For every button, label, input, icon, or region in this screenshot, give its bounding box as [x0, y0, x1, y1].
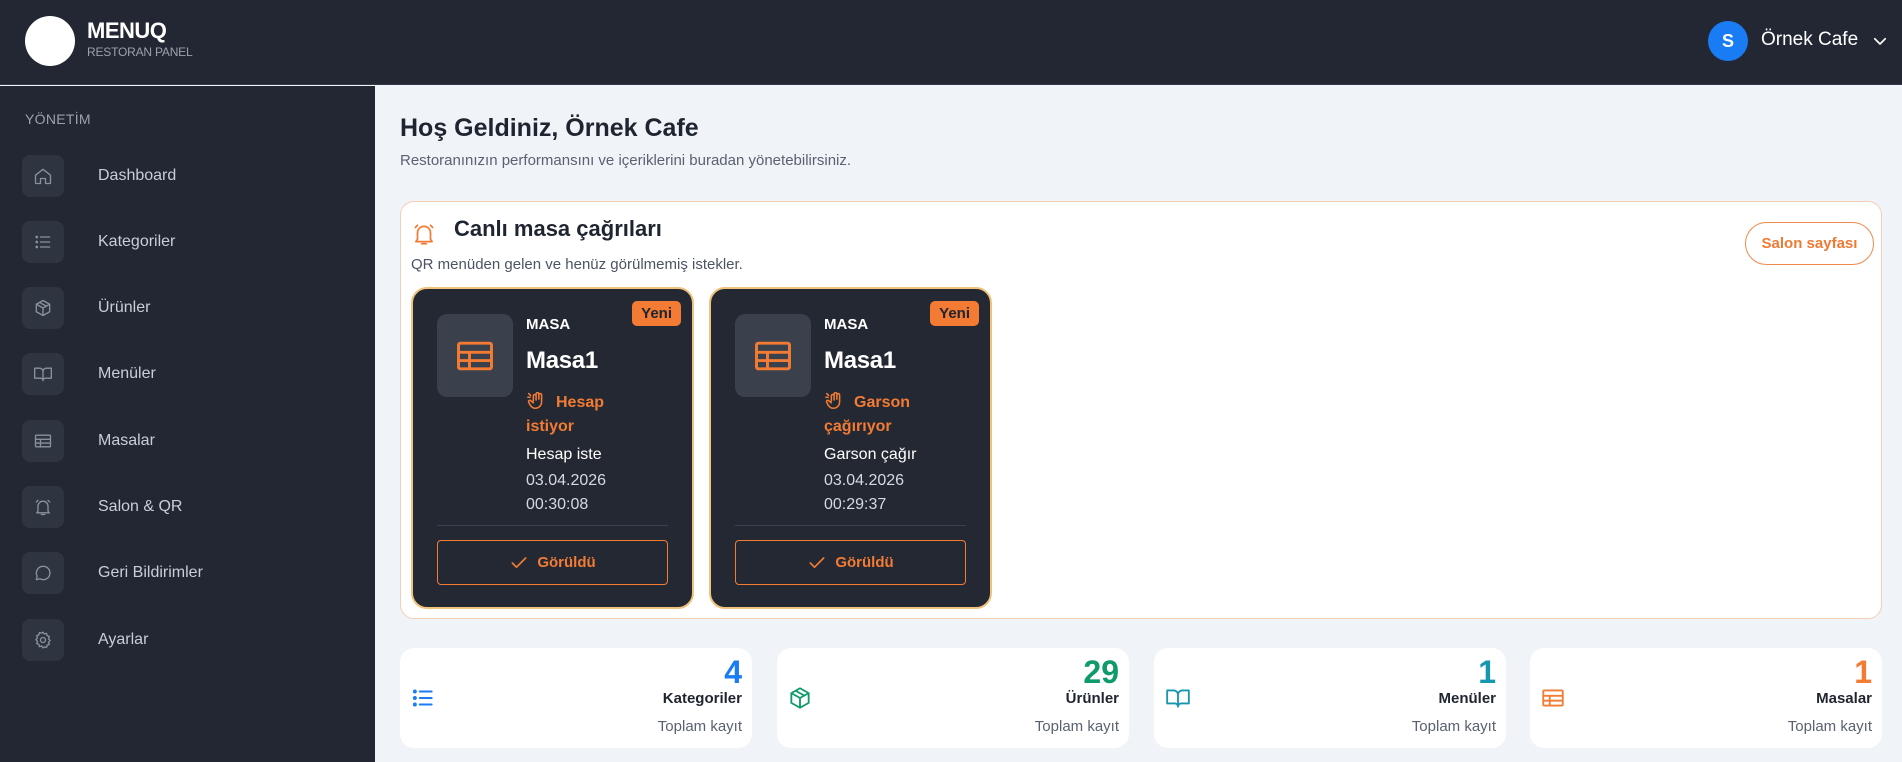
stat-label: Ürünler [1065, 690, 1119, 707]
stat-sub: Toplam kayıt [1787, 718, 1872, 735]
sidebar-item-label: Ürünler [98, 299, 151, 316]
call-card: MASA Masa1 Yeni Garson çağırıyor Garson ç… [709, 287, 992, 609]
book-icon [22, 353, 64, 395]
call-status: Garson çağırıyor [824, 389, 974, 439]
sidebar-item-label: Kategoriler [98, 233, 176, 250]
sidebar-item-label: Dashboard [98, 167, 177, 184]
gear-icon [22, 619, 64, 661]
call-date: 03.04.2026 [526, 472, 607, 489]
seen-button-label: Görüldü [537, 554, 596, 571]
check-icon [511, 556, 527, 568]
brand-subtitle: RESTORAN PANEL [87, 45, 193, 59]
sidebar-item-salon-qr[interactable]: Salon & QR [22, 485, 352, 529]
page-subtitle: Restoranınızın performansını ve içerikle… [400, 152, 852, 169]
hand-wave-icon [825, 391, 841, 410]
seen-button[interactable]: Görüldü [437, 540, 668, 585]
stat-value: 1 [1478, 654, 1496, 690]
call-card: MASA Masa1 Yeni Hesap istiyor Hesap iste … [411, 287, 694, 609]
sidebar-item-kategoriler[interactable]: Kategoriler [22, 220, 352, 264]
stat-card-kategoriler[interactable]: 4 Kategoriler Toplam kayıt [400, 648, 752, 748]
call-time: 00:29:37 [824, 496, 887, 513]
call-status-text: Hesap [556, 394, 605, 411]
card-label: MASA [824, 316, 869, 333]
sidebar-item-ayarlar[interactable]: Ayarlar [22, 618, 352, 662]
call-status-text: çağırıyor [824, 418, 892, 435]
home-icon [22, 155, 64, 197]
table-icon [22, 420, 64, 462]
call-status-text: istiyor [526, 418, 575, 435]
call-request: Garson çağır [824, 446, 917, 463]
stat-value: 4 [724, 654, 742, 690]
brand-name: MENUQ [87, 18, 167, 43]
logo[interactable] [25, 16, 75, 66]
call-time: 00:30:08 [526, 496, 589, 513]
stat-sub: Toplam kayıt [1411, 718, 1496, 735]
call-date: 03.04.2026 [824, 472, 905, 489]
call-status-text: Garson [854, 394, 911, 411]
stat-card-menuler[interactable]: 1 Menüler Toplam kayıt [1154, 648, 1506, 748]
call-timestamp: 03.04.2026 00:30:08 [526, 469, 676, 517]
sidebar-item-label: Ayarlar [98, 631, 149, 648]
top-bar: MENUQ RESTORAN PANEL S Örnek Cafe [0, 0, 1902, 85]
list-icon [412, 689, 433, 707]
stat-sub: Toplam kayıt [657, 718, 742, 735]
card-label: MASA [526, 316, 571, 333]
seen-button[interactable]: Görüldü [735, 540, 966, 585]
stat-card-masalar[interactable]: 1 Masalar Toplam kayıt [1530, 648, 1882, 748]
sidebar-item-menuler[interactable]: Menüler [22, 352, 352, 396]
bell-icon [414, 224, 434, 245]
divider [735, 525, 966, 526]
stat-sub: Toplam kayıt [1034, 718, 1119, 735]
book-icon [1166, 689, 1190, 708]
sidebar-item-dashboard[interactable]: Dashboard [22, 154, 352, 198]
box-icon [22, 287, 64, 329]
avatar[interactable]: S [1708, 21, 1748, 61]
stat-card-urunler[interactable]: 29 Ürünler Toplam kayıt [777, 648, 1129, 748]
table-icon [437, 314, 513, 397]
calls-subtitle: QR menüden gelen ve henüz görülmemiş ist… [411, 256, 743, 273]
stat-label: Kategoriler [662, 690, 742, 707]
table-icon [735, 314, 811, 397]
table-name: Masa1 [526, 347, 598, 374]
page-title: Hoş Geldiniz, Örnek Cafe [400, 114, 699, 142]
stat-label: Masalar [1816, 690, 1872, 707]
box-icon [790, 687, 810, 709]
call-request: Hesap iste [526, 446, 602, 463]
call-timestamp: 03.04.2026 00:29:37 [824, 469, 974, 517]
sidebar-item-label: Menüler [98, 365, 156, 382]
table-icon [1542, 689, 1564, 707]
calls-title: Canlı masa çağrıları [454, 216, 662, 241]
stat-value: 29 [1083, 654, 1119, 690]
check-icon [809, 556, 825, 568]
stat-label: Menüler [1438, 690, 1496, 707]
user-name[interactable]: Örnek Cafe [1761, 29, 1858, 51]
live-calls-panel: Canlı masa çağrıları QR menüden gelen ve… [400, 201, 1882, 619]
sidebar-item-label: Salon & QR [98, 498, 183, 515]
sidebar-item-urunler[interactable]: Ürünler [22, 286, 352, 330]
sidebar-item-label: Masalar [98, 432, 155, 449]
bell-icon [22, 486, 64, 528]
hand-wave-icon [527, 391, 543, 410]
table-name: Masa1 [824, 347, 896, 374]
call-status: Hesap istiyor [526, 389, 676, 439]
sidebar-item-label: Geri Bildirimler [98, 564, 203, 581]
chat-icon [22, 552, 64, 594]
sidebar-item-geri-bildirimler[interactable]: Geri Bildirimler [22, 551, 352, 595]
salon-page-button[interactable]: Salon sayfası [1745, 222, 1874, 265]
sidebar: YÖNETİM Dashboard Kategoriler Ürünler Me… [0, 86, 375, 762]
divider [437, 525, 668, 526]
sidebar-section-title: YÖNETİM [25, 111, 91, 127]
list-icon [22, 221, 64, 263]
chevron-down-icon[interactable] [1871, 32, 1889, 50]
stat-value: 1 [1854, 654, 1872, 690]
status-badge: Yeni [930, 301, 979, 326]
sidebar-item-masalar[interactable]: Masalar [22, 419, 352, 463]
seen-button-label: Görüldü [835, 554, 894, 571]
status-badge: Yeni [632, 301, 681, 326]
